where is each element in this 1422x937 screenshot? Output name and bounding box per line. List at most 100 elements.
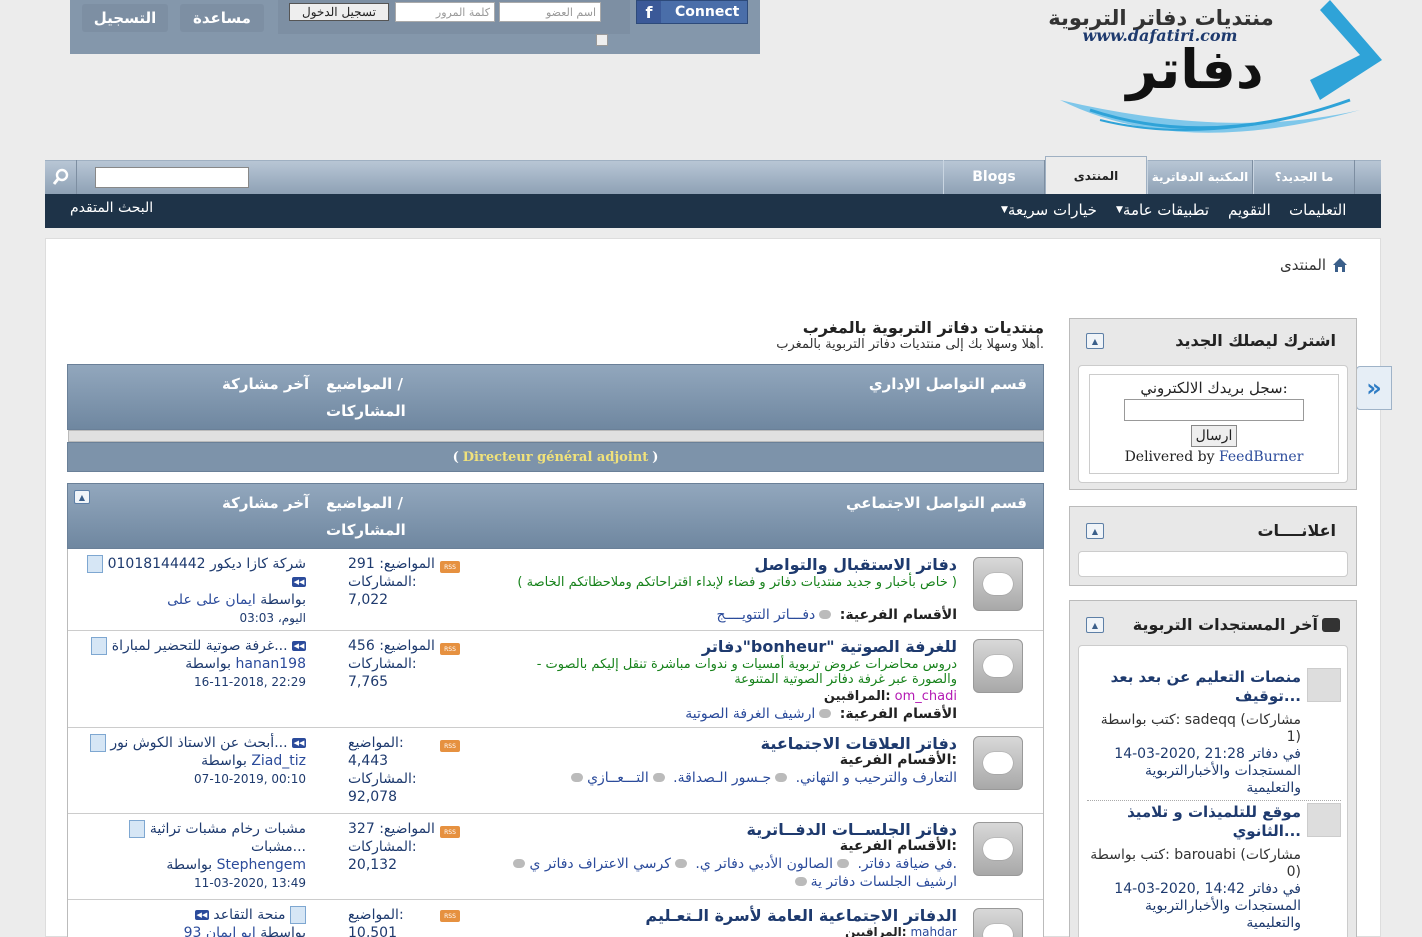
forum-title-link[interactable]: دفاتر الجلســات الدفــاترية	[747, 820, 957, 839]
avatar	[1307, 803, 1341, 837]
subforum-link[interactable]: التعارف والترحيب و التهاني.	[796, 770, 957, 786]
forum-title-link[interactable]: الدفاتر الاجتماعية العامة لأسرة الـتعـلي…	[645, 906, 957, 925]
help-button[interactable]: مساعدة	[180, 4, 264, 32]
search-icon[interactable]	[45, 160, 77, 194]
latest-post-title[interactable]: منصات التعليم عن بعد بعد توقيف...	[1089, 668, 1301, 706]
category-header-social: قسم التواصل الاجتماعي المواضيع / المشارك…	[67, 483, 1044, 549]
subforum-link[interactable]: دفـــاتر التتويــــج	[717, 607, 816, 623]
go-to-post-icon[interactable]: ◀◀	[194, 910, 209, 920]
faq-link[interactable]: التعليمات	[1289, 201, 1346, 219]
subforum-link[interactable]: جـسور الـصداقة.	[673, 770, 771, 786]
ads-panel	[1078, 551, 1348, 577]
quick-links-menu[interactable]: ▼ خيارات سريعة	[997, 201, 1097, 219]
subforum-icon	[836, 859, 849, 868]
moderator-link[interactable]: om_chadi	[895, 689, 957, 704]
rss-icon[interactable]: RSS	[440, 826, 460, 838]
subforum-link[interactable]: الصالون الأدبي دفاتر ي.	[695, 856, 833, 872]
last-post-user[interactable]: Stephengem	[217, 857, 306, 873]
col-last-header: آخر مشاركة	[222, 494, 310, 512]
rss-icon[interactable]: RSS	[440, 910, 460, 922]
collapse-icon[interactable]: ▲	[1086, 617, 1104, 633]
subforum-icon	[794, 877, 807, 886]
login-button[interactable]: تسجيل الدخول	[289, 3, 389, 21]
posts-count: 92,078	[348, 789, 397, 805]
by-label: بواسطة	[260, 592, 306, 608]
post-icon	[129, 820, 146, 838]
collapse-icon[interactable]: ▲	[74, 490, 90, 504]
facebook-connect-button[interactable]: f Connect	[636, 0, 748, 24]
username-field[interactable]: اسم العضو	[499, 2, 601, 22]
topics-label: المواضيع:	[379, 638, 435, 654]
last-post-link[interactable]: غرفة صوتية للتحضير لمباراة...	[112, 638, 288, 654]
site-logo[interactable]: منتديات دفاتر التربوية www.dafatiri.com …	[1030, 0, 1382, 150]
collapse-icon[interactable]: ▲	[1086, 523, 1104, 539]
category-title[interactable]: قسم التواصل الإداري	[869, 375, 1027, 393]
general-apps-menu[interactable]: ▼ تطبيقات عامة	[1112, 201, 1209, 219]
collapse-icon[interactable]: ▲	[1086, 333, 1104, 349]
tab-library[interactable]: المكتبة الدفاترية	[1147, 160, 1253, 194]
email-input[interactable]	[1124, 399, 1304, 421]
subforum-link[interactable]: ارشيف الغرفة الصوتية	[685, 706, 815, 722]
topics-count: 456	[348, 638, 375, 654]
go-to-post-icon[interactable]: ◀◀	[292, 577, 306, 587]
search-input[interactable]	[95, 167, 249, 188]
forum-status-icon	[973, 822, 1023, 876]
sidebar-toggle-icon[interactable]: »	[1356, 366, 1392, 410]
forum-list: دفاتر الاستقبال والتواصل ( خاص بأخبار و …	[67, 549, 1044, 937]
footer-user-link[interactable]: Directeur général adjoint	[463, 450, 648, 465]
calendar-link[interactable]: التقويم	[1228, 201, 1271, 219]
breadcrumb[interactable]: المنتدى	[1280, 256, 1348, 274]
last-post-user[interactable]: ايمان على على	[167, 592, 256, 608]
topics-label: المواضيع:	[379, 556, 435, 572]
register-button[interactable]: التسجيل	[82, 4, 168, 32]
forum-row: دفاتر"bonheur" للغرفة الصوتية - دروس محا…	[68, 631, 1043, 728]
feedburner-link[interactable]: FeedBurner	[1219, 449, 1303, 465]
topics-label: المواضيع:	[348, 907, 404, 923]
remember-checkbox[interactable]	[596, 34, 608, 46]
author-link[interactable]: barouabi	[1174, 847, 1236, 863]
subforum-icon	[819, 610, 832, 619]
password-field[interactable]: كلمة المرور	[395, 2, 495, 22]
posts-label: المشاركات:	[348, 656, 417, 672]
last-post-user[interactable]: Ziad_tiz	[251, 753, 306, 769]
subforum-link[interactable]: ارشيف الجلسات دفاتر ية	[811, 874, 957, 890]
subscribe-block: اشترك ليصلك الجديد ▲ سجل بريدك الالكترون…	[1069, 318, 1357, 490]
forum-row: الدفاتر الاجتماعية العامة لأسرة الـتعـلي…	[68, 900, 1043, 937]
last-post-link[interactable]: أبحث عن الاستاذ الكوش نور...	[110, 735, 287, 751]
chevron-down-icon: ▼	[1116, 205, 1123, 215]
last-post-date: 11-03-2020, 13:49	[194, 876, 306, 890]
last-post-user[interactable]: hanan198	[236, 656, 307, 672]
go-to-post-icon[interactable]: ◀◀	[292, 641, 306, 651]
go-to-post-icon[interactable]: ◀◀	[292, 738, 306, 748]
tab-forum[interactable]: المنتدى	[1045, 156, 1147, 194]
by-label: بواسطة	[166, 857, 213, 873]
tab-blogs[interactable]: Blogs	[943, 160, 1045, 194]
subforum-icon	[674, 859, 687, 868]
last-post-link[interactable]: منحة التقاعد	[213, 907, 285, 923]
post-icon	[290, 906, 306, 924]
last-post-link[interactable]: مشبات رخام مشبات تراثية مشبات...	[150, 821, 306, 855]
forum-description: ( خاص بأخبار و جديد منتديات دفاتر و فضاء…	[517, 575, 957, 590]
posts-count: 7,765	[348, 674, 389, 690]
by-label: بواسطة	[201, 753, 247, 769]
rss-icon[interactable]: RSS	[440, 561, 460, 573]
latest-post-title[interactable]: موقع للتلميذات و تلاميذ الثانوي...	[1089, 803, 1301, 841]
tab-whats-new[interactable]: ما الجديد؟	[1253, 160, 1355, 194]
moderators-label: المراقبين:	[845, 925, 907, 937]
subforum-link[interactable]: في ضيافة دفاتر.	[857, 856, 952, 872]
last-post-link[interactable]: شركة كازا ديكور 01018144442	[108, 556, 306, 572]
forum-title-link[interactable]: دفاتر العلاقات الاجتماعية	[761, 734, 957, 753]
last-post-user[interactable]: ابو ايمان 93	[184, 925, 256, 937]
subforum-link[interactable]: التـــعــازي	[587, 770, 649, 786]
rss-icon[interactable]: RSS	[440, 643, 460, 655]
author-link[interactable]: sadeqq	[1185, 712, 1236, 728]
forum-title-link[interactable]: دفاتر الاستقبال والتواصل	[754, 555, 957, 574]
advanced-search-link[interactable]: البحث المتقدم	[70, 200, 153, 216]
forum-title-link[interactable]: دفاتر"bonheur" للغرفة الصوتية	[702, 637, 957, 656]
ads-block: اعلانــــات ▲	[1069, 506, 1357, 586]
category-title[interactable]: قسم التواصل الاجتماعي	[846, 494, 1027, 512]
moderator-link[interactable]: mahdar	[910, 925, 957, 937]
rss-icon[interactable]: RSS	[440, 740, 460, 752]
breadcrumb-label: المنتدى	[1280, 256, 1327, 274]
subscribe-button[interactable]: ارسال	[1191, 425, 1237, 447]
